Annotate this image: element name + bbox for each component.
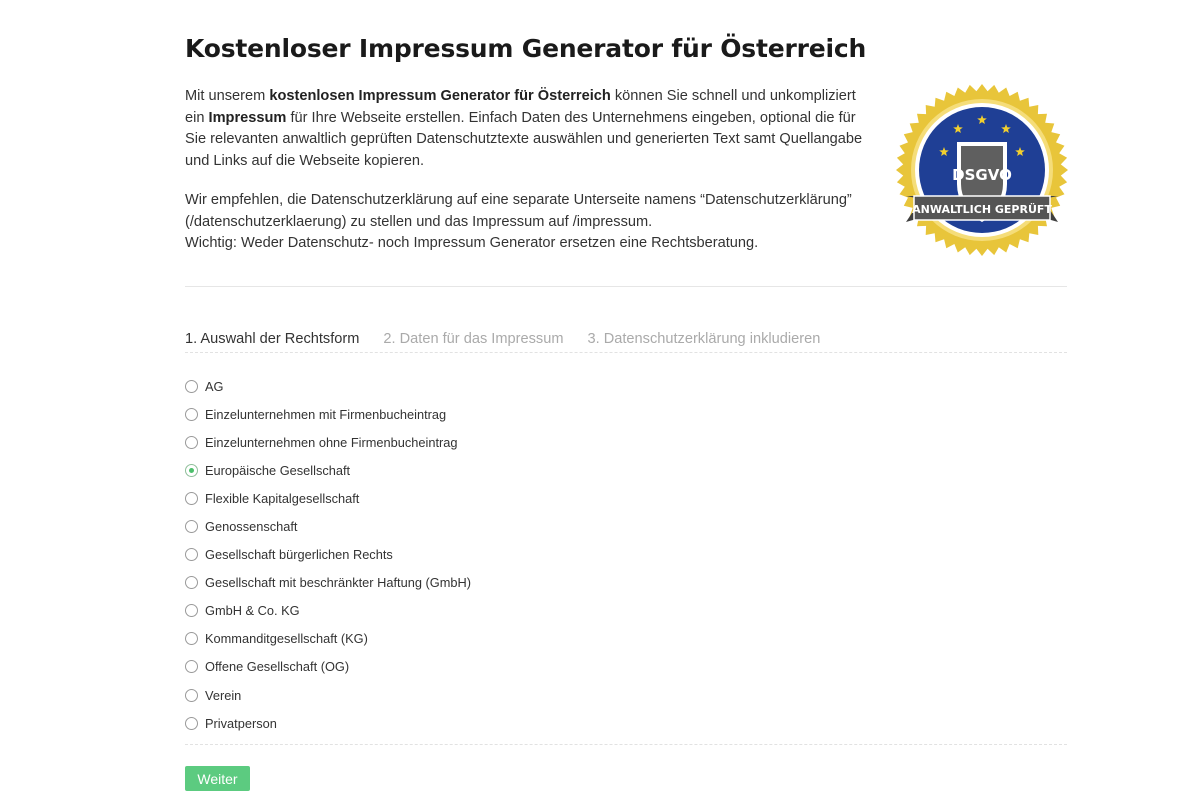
legal-form-label: Einzelunternehmen ohne Firmenbucheintrag bbox=[205, 434, 458, 450]
radio-button[interactable] bbox=[185, 463, 198, 477]
radio-button[interactable] bbox=[185, 576, 198, 590]
form-divider bbox=[185, 744, 1067, 745]
badge-ribbon-text: ANWALTLICH GEPRÜFT bbox=[912, 202, 1052, 216]
legal-form-label: GmbH & Co. KG bbox=[205, 603, 300, 619]
legal-form-label: Gesellschaft bürgerlichen Rechts bbox=[205, 547, 393, 563]
intro-bold-impressum: Impressum bbox=[208, 109, 287, 126]
legal-form-option[interactable]: Einzelunternehmen mit Firmenbucheintrag bbox=[185, 400, 471, 428]
legal-form-option[interactable]: Kommanditgesellschaft (KG) bbox=[185, 625, 471, 653]
intro-disclaimer: Wichtig: Weder Datenschutz- noch Impress… bbox=[185, 235, 759, 252]
legal-form-options: AG Einzelunternehmen mit Firmenbucheintra… bbox=[185, 372, 471, 737]
radio-button[interactable] bbox=[185, 548, 198, 562]
radio-button[interactable] bbox=[185, 660, 198, 674]
radio-button[interactable] bbox=[185, 604, 198, 618]
legal-form-label: Europäische Gesellschaft bbox=[205, 462, 351, 478]
legal-form-option[interactable]: Offene Gesellschaft (OG) bbox=[185, 653, 471, 681]
legal-form-label: Genossenschaft bbox=[205, 519, 298, 535]
radio-button[interactable] bbox=[185, 716, 198, 730]
legal-form-label: Kommanditgesellschaft (KG) bbox=[205, 631, 368, 647]
intro-paragraph-2: Wir empfehlen, die Datenschutzerklärung … bbox=[185, 190, 875, 255]
tabs-divider bbox=[185, 352, 1067, 353]
radio-button[interactable] bbox=[185, 379, 198, 393]
legal-form-option[interactable]: GmbH & Co. KG bbox=[185, 597, 471, 625]
badge-shield-text: DSGVO bbox=[952, 166, 1012, 184]
legal-form-label: Gesellschaft mit beschränkter Haftung (G… bbox=[205, 575, 471, 591]
legal-form-label: Flexible Kapitalgesellschaft bbox=[205, 490, 360, 506]
legal-form-label: AG bbox=[205, 378, 224, 394]
intro-bold-generator: kostenlosen Impressum Generator für Öste… bbox=[269, 88, 611, 104]
legal-form-option[interactable]: Genossenschaft bbox=[185, 512, 471, 540]
intro-paragraph-1: Mit unserem kostenlosen Impressum Genera… bbox=[185, 86, 875, 173]
legal-form-label: Offene Gesellschaft (OG) bbox=[205, 659, 350, 675]
legal-form-option[interactable]: Gesellschaft mit beschränkter Haftung (G… bbox=[185, 569, 471, 597]
radio-button[interactable] bbox=[185, 407, 198, 421]
legal-form-option[interactable]: Europäische Gesellschaft bbox=[185, 456, 471, 484]
legal-form-option[interactable]: Verein bbox=[185, 681, 471, 709]
legal-form-label: Privatperson bbox=[205, 715, 277, 731]
intro-text: Mit unserem kostenlosen Impressum Genera… bbox=[185, 86, 875, 255]
radio-button[interactable] bbox=[185, 435, 198, 449]
intro-text-part: Mit unserem bbox=[185, 88, 270, 104]
radio-button[interactable] bbox=[185, 632, 198, 646]
next-button[interactable]: Weiter bbox=[185, 766, 250, 791]
page-title: Kostenloser Impressum Generator für Öste… bbox=[185, 34, 867, 63]
legal-form-option[interactable]: Flexible Kapitalgesellschaft bbox=[185, 484, 471, 512]
radio-button[interactable] bbox=[185, 491, 198, 505]
intro-text-part: für Ihre Webseite erstellen. Einfach Dat… bbox=[185, 109, 863, 170]
dsgvo-seal-icon: DSGVO ANWALTLICH GEPRÜFT bbox=[896, 84, 1068, 256]
legal-form-label: Einzelunternehmen mit Firmenbucheintrag bbox=[205, 406, 447, 422]
legal-form-label: Verein bbox=[205, 687, 242, 703]
section-divider bbox=[185, 286, 1067, 287]
legal-form-option[interactable]: AG bbox=[185, 372, 471, 400]
step-tabs: 1. Auswahl der Rechtsform 2. Daten für da… bbox=[185, 331, 844, 347]
tab-step-3[interactable]: 3. Datenschutzerklärung inkludieren bbox=[587, 331, 820, 347]
legal-form-option[interactable]: Privatperson bbox=[185, 709, 471, 737]
intro-recommendation: Wir empfehlen, die Datenschutzerklärung … bbox=[185, 191, 852, 230]
dsgvo-badge: DSGVO ANWALTLICH GEPRÜFT bbox=[896, 84, 1068, 256]
radio-button[interactable] bbox=[185, 688, 198, 702]
radio-button[interactable] bbox=[185, 520, 198, 534]
tab-step-1[interactable]: 1. Auswahl der Rechtsform bbox=[185, 331, 359, 347]
legal-form-option[interactable]: Gesellschaft bürgerlichen Rechts bbox=[185, 541, 471, 569]
legal-form-option[interactable]: Einzelunternehmen ohne Firmenbucheintrag bbox=[185, 428, 471, 456]
tab-step-2[interactable]: 2. Daten für das Impressum bbox=[383, 331, 563, 347]
